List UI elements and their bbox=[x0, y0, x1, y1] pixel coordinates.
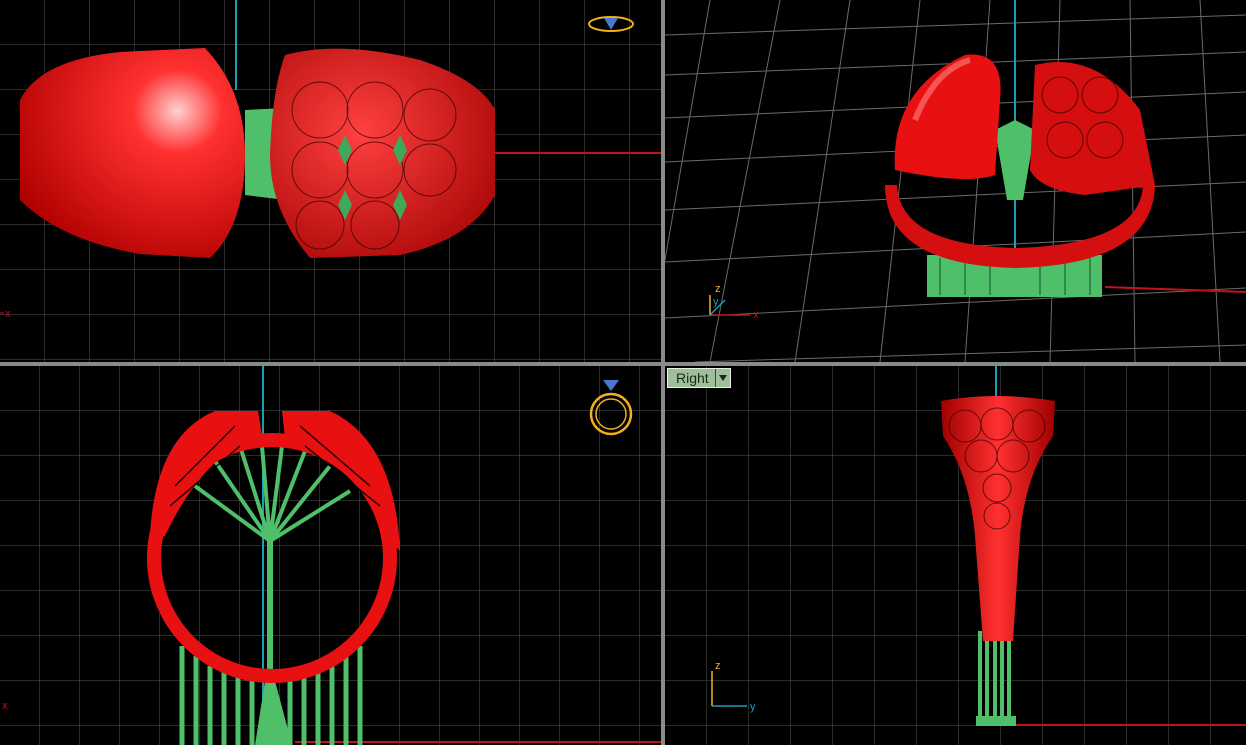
svg-text:y: y bbox=[750, 701, 756, 713]
ring-shoulder-right-lattice bbox=[270, 48, 495, 258]
viewport-front[interactable]: x bbox=[0, 366, 661, 745]
viewport-right[interactable]: z y Right bbox=[665, 366, 1246, 745]
chevron-down-icon[interactable] bbox=[714, 369, 730, 387]
viewport-right-canvas: z y bbox=[665, 366, 1246, 745]
viewport-top-canvas: x bbox=[0, 0, 661, 362]
ring-shoulder-right-lattice bbox=[1030, 62, 1155, 195]
svg-text:z: z bbox=[715, 660, 721, 672]
axis-x-label: x bbox=[5, 308, 11, 320]
viewport-top[interactable]: x bbox=[0, 0, 661, 362]
svg-text:x: x bbox=[753, 309, 759, 321]
axis-indicator: z y x bbox=[709, 283, 759, 321]
viewport-name-label[interactable]: Right bbox=[668, 369, 715, 387]
viewport-perspective-canvas: z y x bbox=[665, 0, 1246, 362]
axis-x-label: x bbox=[2, 700, 8, 712]
svg-text:z: z bbox=[715, 283, 721, 295]
viewport-right-title-tab[interactable]: Right bbox=[667, 368, 731, 388]
viewport-front-canvas: x bbox=[0, 366, 661, 745]
perspective-grid bbox=[665, 0, 1246, 362]
viewport-perspective[interactable]: z y x bbox=[665, 0, 1246, 362]
svg-text:y: y bbox=[713, 296, 719, 308]
